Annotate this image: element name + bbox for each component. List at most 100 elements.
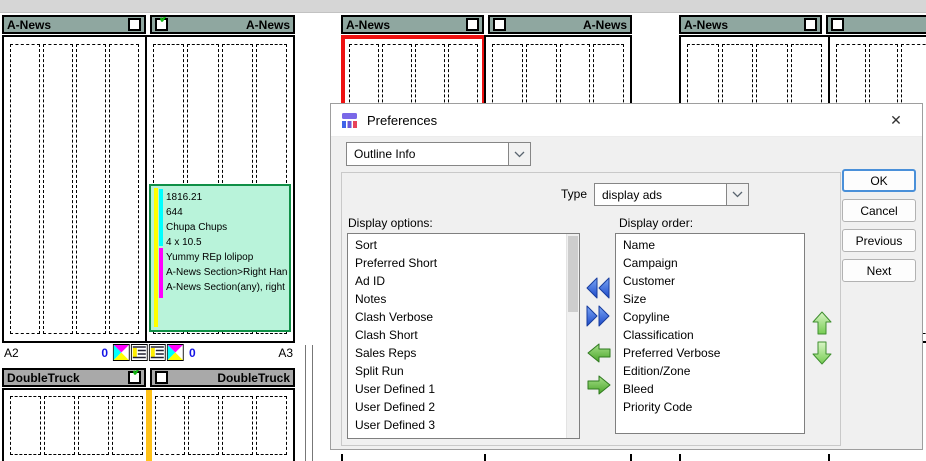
move-all-left-button[interactable] [585, 277, 611, 299]
column-guide [256, 396, 287, 455]
move-down-button[interactable] [811, 340, 833, 366]
next-button[interactable]: Next [842, 259, 916, 282]
page-titlebar-a3[interactable]: ✓ A-News [150, 15, 295, 34]
list-item[interactable]: User Defined 1 [348, 380, 566, 398]
page [484, 454, 632, 461]
list-item[interactable]: Customer [616, 272, 804, 290]
list-item[interactable]: User Defined 2 [348, 398, 566, 416]
ad-block[interactable]: 1816.21644Chupa Chups4 x 10.5Yummy REp l… [149, 184, 291, 332]
page-a2[interactable] [2, 35, 147, 343]
list-item[interactable]: Campaign [616, 254, 804, 272]
list-item[interactable]: Classification [616, 326, 804, 344]
list-item[interactable]: Sort [348, 236, 566, 254]
close-button[interactable]: ✕ [880, 112, 912, 129]
cancel-button[interactable]: Cancel [842, 199, 916, 222]
page-a3[interactable]: 1816.21644Chupa Chups4 x 10.5Yummy REp l… [145, 35, 295, 343]
column-guide [109, 44, 139, 334]
color-quad-icon[interactable] [113, 344, 130, 361]
spread-footer: A2 0 0 A3 [2, 344, 295, 361]
list-item: A-News Section>Right Hand [166, 265, 288, 280]
chevron-down-icon [508, 143, 530, 165]
page [828, 454, 926, 461]
column-guide [222, 396, 253, 455]
list-item[interactable]: Name [616, 236, 804, 254]
list-item[interactable]: Size [616, 290, 804, 308]
type-label: Type [512, 187, 587, 201]
dialog-titlebar[interactable]: Preferences ✕ [331, 104, 922, 137]
page-checkbox[interactable]: ✓ [804, 18, 817, 31]
spread-doubletruck: DoubleTruck ✓ ✓ DoubleTruck [2, 368, 295, 461]
page-checkbox[interactable]: ✓ [155, 18, 168, 31]
window-edge-lines [305, 345, 313, 461]
list-item[interactable]: Bleed [616, 380, 804, 398]
list-item[interactable]: Preferred Verbose [616, 344, 804, 362]
list-item: Chupa Chups [166, 220, 288, 235]
list-item: 4 x 10.5 [166, 235, 288, 250]
dialog-title: Preferences [367, 113, 437, 128]
check-icon: ✓ [131, 368, 144, 380]
type-select[interactable]: display ads [594, 183, 749, 206]
list-item[interactable]: Ad ID [348, 272, 566, 290]
scrollbar-thumb[interactable] [568, 236, 578, 312]
column-guide [76, 44, 106, 334]
ok-button[interactable]: OK [842, 169, 916, 192]
check-icon: ✓ [158, 15, 171, 27]
page-titlebar-doubletruck-left[interactable]: DoubleTruck ✓ [2, 368, 146, 387]
covered-spread-sliver [341, 454, 632, 461]
list-item[interactable]: Clash Verbose [348, 308, 566, 326]
ad-list-icon[interactable] [131, 344, 148, 361]
list-item[interactable]: Split Run [348, 362, 566, 380]
list-item[interactable]: Preferred Short [348, 254, 566, 272]
list-item: Yummy REp lolipop [166, 250, 288, 265]
page-checkbox[interactable]: ✓ [128, 371, 141, 384]
page-titlebar-a2[interactable]: A-News ✓ [2, 15, 146, 34]
top-window-strip [0, 0, 926, 13]
page-titlebar[interactable]: A-News ✓ [341, 15, 484, 34]
list-item[interactable]: Priority Code [616, 398, 804, 416]
list-item: A-News Section(any), right p [166, 280, 288, 295]
list-item[interactable]: Edition/Zone [616, 362, 804, 380]
page-titlebar[interactable]: A-News ✓ [679, 15, 822, 34]
list-item[interactable]: User Defined 3 [348, 416, 566, 434]
page-titlebar[interactable]: ✓ A-News [488, 15, 632, 34]
scrollbar[interactable] [566, 234, 579, 438]
move-right-button[interactable] [586, 374, 612, 396]
page-titlebar[interactable]: ✓ [826, 15, 926, 34]
page-title: DoubleTruck [217, 371, 290, 385]
page-checkbox[interactable]: ✓ [155, 371, 168, 384]
doubletruck-page[interactable] [2, 388, 295, 461]
page-checkbox[interactable]: ✓ [493, 18, 506, 31]
page-title: A-News [684, 18, 728, 32]
move-up-button[interactable] [811, 310, 833, 336]
column-guide [44, 396, 75, 455]
page-titlebar-doubletruck-right[interactable]: ✓ DoubleTruck [150, 368, 295, 387]
list-item[interactable]: User Defined 4 [348, 434, 566, 439]
page-checkbox[interactable]: ✓ [831, 18, 844, 31]
page-checkbox[interactable]: ✓ [466, 18, 479, 31]
previous-button[interactable]: Previous [842, 229, 916, 252]
column-guide [10, 44, 40, 334]
page-checkbox[interactable]: ✓ [128, 18, 141, 31]
page-title: A-News [246, 18, 290, 32]
list-item[interactable]: Sales Reps [348, 344, 566, 362]
selected-category: Outline Info [347, 147, 508, 161]
page [341, 454, 486, 461]
list-item[interactable]: Clash Short [348, 326, 566, 344]
move-left-button[interactable] [586, 342, 612, 364]
preference-category-select[interactable]: Outline Info [346, 142, 531, 166]
display-options-list[interactable]: SortPreferred ShortAd IDNotesClash Verbo… [347, 233, 580, 439]
ad-list-icon[interactable] [149, 344, 166, 361]
page [679, 454, 830, 461]
list-item[interactable]: Copyline [616, 308, 804, 326]
ad-status-stripe-cyan [159, 189, 163, 246]
column-guide [188, 396, 219, 455]
move-all-right-button[interactable] [585, 305, 611, 327]
ad-status-stripe-yellow [154, 188, 158, 327]
list-item[interactable]: Notes [348, 290, 566, 308]
column-guide [10, 396, 41, 455]
page-number-a3: A3 [278, 346, 293, 360]
column-guide [43, 44, 73, 334]
color-quad-icon[interactable] [167, 344, 184, 361]
display-order-list[interactable]: NameCampaignCustomerSizeCopylineClassifi… [615, 233, 805, 434]
covered-spread-sliver [679, 454, 926, 461]
